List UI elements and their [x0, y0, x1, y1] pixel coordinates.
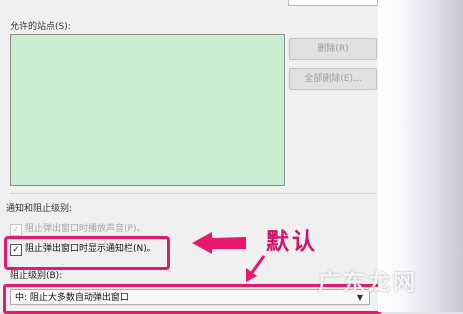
- default-annotation-label: 默认: [266, 229, 318, 255]
- watermark-text: 广东龙网: [318, 271, 419, 296]
- arrow-to-notify-option: [192, 232, 246, 254]
- arrow-to-block-level: [246, 255, 266, 282]
